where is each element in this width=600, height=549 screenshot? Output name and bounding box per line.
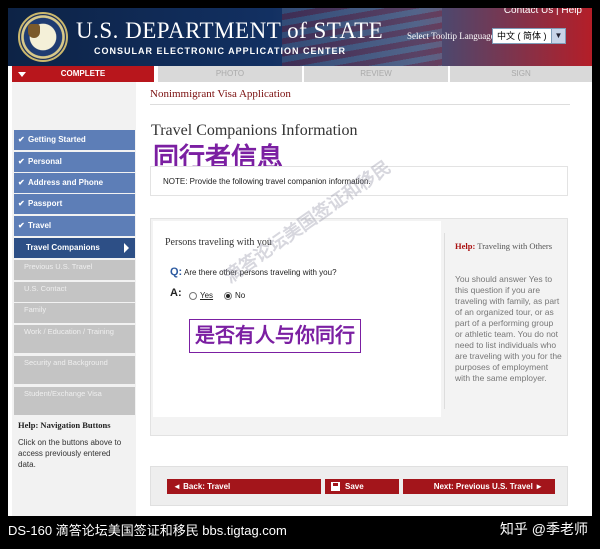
progress-steps: COMPLETE PHOTO REVIEW SIGN <box>12 66 592 82</box>
next-button[interactable]: Next: Previous U.S. Travel ► <box>403 479 555 494</box>
sidebar-item-family: Family <box>14 303 135 323</box>
arrow-right-icon <box>124 243 129 253</box>
sidebar-item-work-education: Work / Education / Training <box>14 325 135 353</box>
check-icon: ✔ <box>18 199 25 208</box>
top-links[interactable]: Contact Us | Help <box>504 8 582 16</box>
application-title: Nonimmigrant Visa Application <box>150 88 291 100</box>
question-marker: Q: <box>170 266 183 278</box>
sidebar-item-label: Travel Companions <box>26 243 100 252</box>
help-title: Help: Traveling with Others <box>455 241 563 252</box>
sidebar-item-passport[interactable]: ✔ Passport <box>14 194 135 214</box>
floppy-disk-icon <box>331 482 340 491</box>
step-photo: PHOTO <box>158 66 302 82</box>
sidebar-item-label: Security and Background <box>24 358 108 367</box>
sidebar-item-us-contact: U.S. Contact <box>14 282 135 302</box>
tooltip-language-select[interactable]: 中文 ( 简体 ) ▼ <box>492 28 566 44</box>
help-prefix: Help: <box>455 241 476 251</box>
navigation-button-bar: ◄ Back: Travel Save Next: Previous U.S. … <box>150 466 568 506</box>
sidebar-item-personal[interactable]: ✔ Personal <box>14 152 135 172</box>
sidebar-item-getting-started[interactable]: ✔ Getting Started <box>14 130 135 150</box>
sidebar-item-label: Getting Started <box>28 135 86 144</box>
sidebar-item-label: Student/Exchange Visa <box>24 389 102 398</box>
check-icon: ✔ <box>18 157 25 166</box>
help-text: You should answer Yes to this question i… <box>455 274 562 383</box>
sidebar-item-label: Previous U.S. Travel <box>24 262 93 271</box>
sidebar-item-security-background: Security and Background <box>14 356 135 384</box>
note-text: NOTE: Provide the following travel compa… <box>163 177 371 186</box>
note-box: NOTE: Provide the following travel compa… <box>150 166 568 196</box>
sidebar: ✔ Getting Started ✔ Personal ✔ Address and … <box>12 82 136 516</box>
sidebar-item-label: Work / Education / Training <box>24 327 114 336</box>
check-icon: ✔ <box>18 178 25 187</box>
triangle-down-icon <box>18 72 26 77</box>
site-header: U.S. DEPARTMENT of STATE CONSULAR ELECTR… <box>8 8 592 66</box>
tooltip-language-value: 中文 ( 简体 ) <box>497 31 547 41</box>
sidebar-item-label: Address and Phone <box>28 178 104 187</box>
sidebar-item-label: Family <box>24 305 47 314</box>
step-complete[interactable]: COMPLETE <box>12 66 154 82</box>
radio-yes-label[interactable]: Yes <box>200 291 213 300</box>
help-panel: Help: Traveling with Others You should a… <box>444 233 564 409</box>
sidebar-item-travel-companions[interactable]: Travel Companions <box>14 238 135 258</box>
sidebar-item-previous-us-travel: Previous U.S. Travel <box>14 260 135 280</box>
eagle-shield-icon <box>28 24 40 38</box>
check-icon: ✔ <box>18 221 25 230</box>
question-section: Persons traveling with you Q: Are there … <box>150 218 568 436</box>
department-subtitle: CONSULAR ELECTRONIC APPLICATION CENTER <box>94 46 347 56</box>
question-text: Are there other persons traveling with y… <box>184 268 337 277</box>
step-review: REVIEW <box>304 66 448 82</box>
sidebar-item-address-and-phone[interactable]: ✔ Address and Phone <box>14 173 135 193</box>
sidebar-item-travel[interactable]: ✔ Travel <box>14 216 135 236</box>
back-button[interactable]: ◄ Back: Travel <box>167 479 321 494</box>
radio-selected-dot <box>226 294 230 298</box>
help-navigation-text: Click on the buttons above to access pre… <box>18 438 122 469</box>
footer-credit: 知乎 @季老师 <box>499 521 588 537</box>
sidebar-item-label: Passport <box>28 199 63 208</box>
check-icon: ✔ <box>18 135 25 144</box>
sidebar-item-label: U.S. Contact <box>24 284 67 293</box>
chevron-down-icon[interactable]: ▼ <box>551 29 565 43</box>
save-button-label: Save <box>345 482 364 491</box>
sidebar-item-label: Travel <box>28 221 52 230</box>
help-navigation-title: Help: Navigation Buttons <box>18 420 111 430</box>
sidebar-item-student-exchange: Student/Exchange Visa <box>14 387 135 415</box>
radio-no-label[interactable]: No <box>235 291 245 300</box>
help-title-text: Traveling with Others <box>477 241 553 251</box>
step-complete-label: COMPLETE <box>60 69 106 78</box>
radio-no[interactable] <box>224 292 232 300</box>
question-panel: Persons traveling with you Q: Are there … <box>153 221 441 417</box>
ceac-page: U.S. DEPARTMENT of STATE CONSULAR ELECTR… <box>8 8 592 516</box>
state-department-seal-icon <box>18 12 68 62</box>
radio-yes[interactable] <box>189 292 197 300</box>
section-heading: Persons traveling with you <box>165 237 272 248</box>
step-sign: SIGN <box>450 66 592 82</box>
divider <box>150 104 570 105</box>
save-button[interactable]: Save <box>325 479 399 494</box>
chinese-question-annotation: 是否有人与你同行 <box>189 319 361 353</box>
sidebar-item-label: Personal <box>28 157 62 166</box>
tooltip-language-label: Select Tooltip Language <box>407 31 495 41</box>
footer-caption: DS-160 滴答论坛美国签证和移民 bbs.tigtag.com <box>8 523 287 538</box>
answer-marker: A: <box>170 287 182 299</box>
department-title: U.S. DEPARTMENT of STATE <box>76 18 384 43</box>
